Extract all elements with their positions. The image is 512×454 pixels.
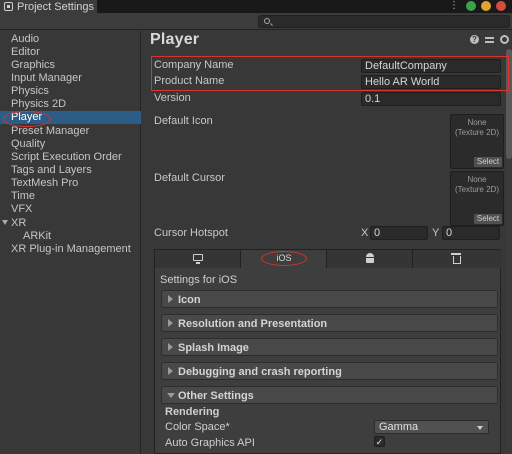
section-other-settings[interactable]: Other Settings [161, 386, 498, 404]
page-title: Player [150, 31, 200, 48]
section-splash-image[interactable]: Splash Image [161, 338, 498, 356]
close-button[interactable] [496, 1, 506, 11]
default-icon-label: Default Icon [154, 115, 213, 127]
tab-webgl[interactable] [413, 250, 502, 268]
ios-settings-box: Settings for iOS Icon Resolution and Pre… [154, 268, 501, 454]
sidebar-item-xr[interactable]: XR [0, 217, 141, 230]
check-icon: ✓ [375, 437, 384, 447]
sidebar-item-script-execution-order[interactable]: Script Execution Order [0, 151, 141, 164]
cursor-hotspot-label: Cursor Hotspot [154, 227, 228, 239]
default-icon-none-text: None (Texture 2D) [454, 118, 499, 137]
sidebar-item-arkit[interactable]: ARKit [0, 230, 141, 243]
default-icon-select-button[interactable]: Select [474, 157, 502, 167]
collapsed-arrow-icon [168, 295, 173, 303]
window-title: Project Settings [17, 0, 95, 13]
settings-for-heading: Settings for iOS [160, 274, 238, 286]
color-space-dropdown[interactable]: Gamma [374, 420, 489, 434]
settings-sidebar: Audio Editor Graphics Input Manager Phys… [0, 31, 141, 454]
section-icon-label: Icon [178, 294, 201, 306]
help-icon[interactable]: ? [470, 35, 479, 44]
default-cursor-none-text: None (Texture 2D) [454, 175, 499, 194]
section-debugging[interactable]: Debugging and crash reporting [161, 362, 498, 380]
sidebar-item-input-manager[interactable]: Input Manager [0, 72, 141, 85]
auto-graphics-api-label: Auto Graphics API [165, 437, 255, 449]
sidebar-item-physics-2d[interactable]: Physics 2D [0, 98, 141, 111]
collapsed-arrow-icon [168, 343, 173, 351]
section-resolution[interactable]: Resolution and Presentation [161, 314, 498, 332]
tab-android[interactable] [327, 250, 413, 268]
sidebar-item-xr-label: XR [11, 217, 27, 229]
collapsed-arrow-icon [168, 319, 173, 327]
sidebar-item-tags-and-layers[interactable]: Tags and Layers [0, 164, 141, 177]
hotspot-y-field[interactable] [442, 226, 500, 240]
default-cursor-label: Default Cursor [154, 172, 225, 184]
tab-standalone[interactable] [155, 250, 241, 268]
highlight-annotation-rect [151, 56, 509, 91]
more-options-icon[interactable]: ⋮ [447, 1, 461, 11]
gear-icon[interactable] [500, 35, 509, 44]
sidebar-item-audio[interactable]: Audio [0, 33, 141, 46]
auto-graphics-api-checkbox[interactable]: ✓ [374, 436, 385, 447]
monitor-icon [193, 254, 203, 264]
chevron-down-icon [477, 426, 483, 430]
default-icon-slot[interactable]: None (Texture 2D) Select [450, 114, 504, 169]
default-cursor-slot[interactable]: None (Texture 2D) Select [450, 171, 504, 226]
hotspot-x-label: X [361, 227, 369, 239]
settings-window-icon [4, 2, 13, 11]
search-icon [264, 18, 270, 24]
sidebar-item-time[interactable]: Time [0, 190, 141, 203]
ios-annotation-circle [261, 251, 307, 266]
color-space-value: Gamma [379, 421, 419, 433]
android-icon [366, 253, 374, 263]
expand-arrow-icon[interactable] [2, 220, 8, 225]
section-debugging-label: Debugging and crash reporting [178, 366, 342, 378]
sidebar-item-xr-plugin-management[interactable]: XR Plug-in Management [0, 243, 141, 256]
tab-ios[interactable]: iOS [241, 250, 327, 268]
window-tab[interactable]: Project Settings [0, 0, 98, 13]
section-resolution-label: Resolution and Presentation [178, 318, 328, 330]
hotspot-x-field[interactable] [370, 226, 428, 240]
color-space-label: Color Space* [165, 421, 230, 433]
sidebar-item-physics[interactable]: Physics [0, 85, 141, 98]
header-icons: ? [470, 35, 509, 44]
maximize-button[interactable] [466, 1, 476, 11]
window-controls: ⋮ [447, 1, 506, 11]
player-annotation-circle [3, 111, 51, 127]
sidebar-item-vfx[interactable]: VFX [0, 203, 141, 216]
rendering-heading: Rendering [165, 406, 220, 418]
presets-icon[interactable] [485, 35, 494, 44]
title-bar: Project Settings ⋮ [0, 0, 512, 13]
hotspot-y-label: Y [432, 227, 440, 239]
section-icon[interactable]: Icon [161, 290, 498, 308]
trash-icon [451, 253, 461, 264]
inspector-panel: Player ? Company Name Product Name Versi… [142, 31, 512, 454]
search-row [0, 13, 512, 30]
version-field[interactable] [361, 92, 501, 106]
default-cursor-select-button[interactable]: Select [474, 214, 502, 224]
section-other-settings-label: Other Settings [178, 390, 254, 402]
section-splash-image-label: Splash Image [178, 342, 249, 354]
collapsed-arrow-icon [168, 367, 173, 375]
platform-tabbar: iOS [154, 249, 502, 268]
search-input[interactable] [273, 16, 503, 27]
search-box[interactable] [258, 15, 510, 28]
sidebar-item-graphics[interactable]: Graphics [0, 59, 141, 72]
minimize-button[interactable] [481, 1, 491, 11]
version-label: Version [154, 92, 191, 104]
sidebar-item-preset-manager[interactable]: Preset Manager [0, 125, 141, 138]
expanded-arrow-icon [167, 393, 175, 398]
sidebar-item-editor[interactable]: Editor [0, 46, 141, 59]
sidebar-item-textmesh-pro[interactable]: TextMesh Pro [0, 177, 141, 190]
sidebar-item-quality[interactable]: Quality [0, 138, 141, 151]
